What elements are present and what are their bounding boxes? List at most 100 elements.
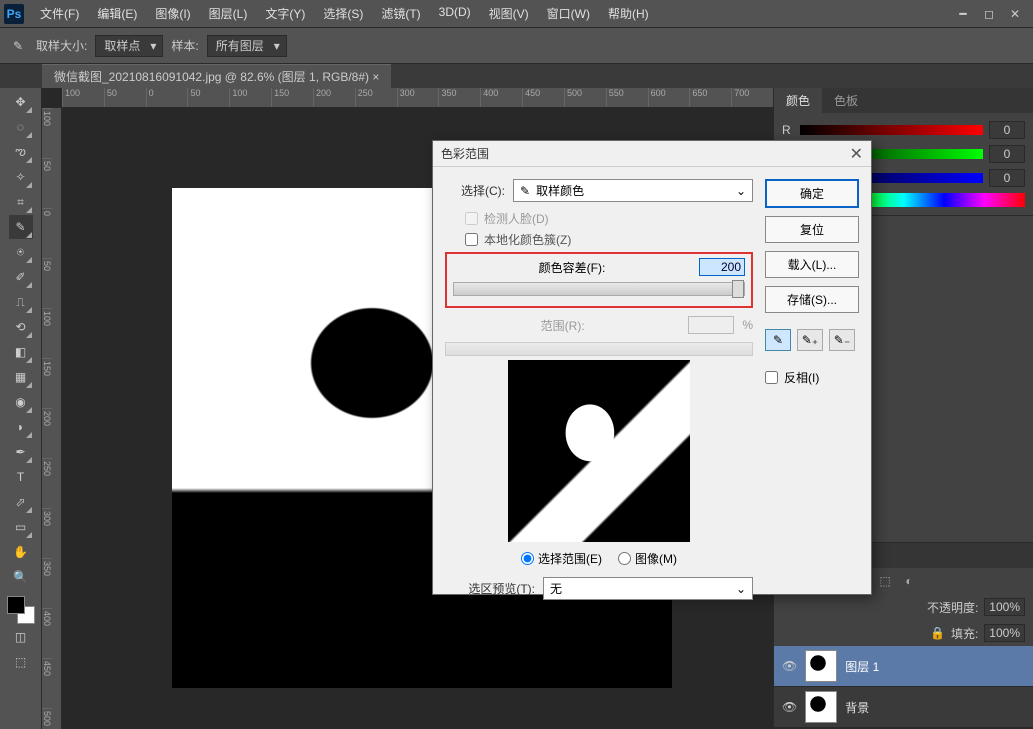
style-icon[interactable]: ◐: [900, 574, 918, 588]
menu-item[interactable]: 文字(Y): [257, 1, 313, 26]
dodge-tool[interactable]: ◗: [9, 415, 33, 439]
layer-thumbnail[interactable]: [805, 650, 837, 682]
layer-name: 背景: [845, 699, 869, 716]
load-button[interactable]: 载入(L)...: [765, 251, 859, 278]
layer-name: 图层 1: [845, 658, 879, 675]
localized-checkbox[interactable]: 本地化颜色簇(Z): [465, 231, 753, 248]
menu-item[interactable]: 滤镜(T): [373, 1, 428, 26]
r-slider[interactable]: [800, 125, 983, 135]
fg-color-swatch[interactable]: [7, 596, 25, 614]
history-brush-tool[interactable]: ⟲: [9, 315, 33, 339]
menu-item[interactable]: 文件(F): [32, 1, 87, 26]
magic-wand-tool[interactable]: ✧: [9, 165, 33, 189]
path-select-tool[interactable]: ⬀: [9, 490, 33, 514]
maximize-button[interactable]: ◻: [977, 4, 1001, 24]
menu-item[interactable]: 视图(V): [481, 1, 537, 26]
opacity-label: 不透明度:: [927, 599, 978, 616]
ruler-vertical: 10050050100150200250300350400450500: [42, 108, 62, 729]
sample-layer-dropdown[interactable]: 所有图层: [207, 35, 287, 57]
hand-tool[interactable]: ✋: [9, 540, 33, 564]
document-tab[interactable]: 微信截图_20210816091042.jpg @ 82.6% (图层 1, R…: [42, 64, 391, 88]
layer-thumbnail[interactable]: [805, 691, 837, 723]
eraser-tool[interactable]: ◧: [9, 340, 33, 364]
invert-checkbox[interactable]: 反相(I): [765, 369, 859, 386]
menu-item[interactable]: 图层(L): [201, 1, 256, 26]
blur-tool[interactable]: ◉: [9, 390, 33, 414]
preview-mode-dropdown[interactable]: 无: [543, 577, 753, 600]
menu-item[interactable]: 窗口(W): [539, 1, 598, 26]
slider-thumb[interactable]: [732, 280, 744, 298]
lasso-tool[interactable]: ఌ: [9, 140, 33, 164]
reset-button[interactable]: 复位: [765, 216, 859, 243]
fuzziness-label: 颜色容差(F):: [453, 259, 691, 276]
menu-item[interactable]: 3D(D): [431, 1, 479, 26]
swatches-tab[interactable]: 色板: [822, 88, 870, 113]
ruler-horizontal: 1005005010015020025030035040045050055060…: [62, 88, 773, 108]
radio-selection[interactable]: 选择范围(E): [521, 550, 602, 567]
preview-mode-label: 选区预览(T):: [445, 580, 535, 597]
g-value[interactable]: 0: [989, 145, 1025, 163]
sample-size-label: 取样大小:: [36, 37, 87, 54]
fuzziness-highlight-box: 颜色容差(F):: [445, 252, 753, 308]
quickmask-toggle[interactable]: ◫: [9, 625, 33, 649]
move-tool[interactable]: ✥: [9, 90, 33, 114]
fill-value[interactable]: 100%: [984, 624, 1025, 642]
range-label: 范围(R):: [445, 317, 680, 334]
layer-row[interactable]: 👁 背景: [774, 687, 1033, 728]
pen-tool[interactable]: ✒: [9, 440, 33, 464]
ok-button[interactable]: 确定: [765, 179, 859, 208]
shape-tool[interactable]: ▭: [9, 515, 33, 539]
close-window-button[interactable]: ✕: [1003, 4, 1027, 24]
stamp-tool[interactable]: ⎍: [9, 290, 33, 314]
visibility-eye-icon[interactable]: 👁: [782, 659, 797, 673]
eyedropper-tool-icon[interactable]: ✎: [8, 36, 28, 56]
sample-size-dropdown[interactable]: 取样点: [95, 35, 163, 57]
type-tool[interactable]: T: [9, 465, 33, 489]
dialog-titlebar[interactable]: 色彩范围 ✕: [433, 141, 871, 167]
fuzziness-input[interactable]: [699, 258, 745, 276]
layer-row[interactable]: 👁 图层 1: [774, 646, 1033, 687]
menu-item[interactable]: 图像(I): [147, 1, 198, 26]
fuzziness-slider[interactable]: [453, 282, 745, 296]
screenmode-toggle[interactable]: ⬚: [9, 650, 33, 674]
detect-faces-checkbox: 检测人脸(D): [465, 210, 753, 227]
zoom-tool[interactable]: 🔍: [9, 565, 33, 589]
style-icon[interactable]: ⬚: [876, 574, 894, 588]
save-button[interactable]: 存储(S)...: [765, 286, 859, 313]
eyedropper-add-icon[interactable]: ✎₊: [797, 329, 823, 351]
fill-label: 填充:: [951, 625, 978, 642]
minimize-button[interactable]: ━: [951, 4, 975, 24]
menu-item[interactable]: 选择(S): [315, 1, 371, 26]
options-bar: ✎ 取样大小: 取样点 样本: 所有图层: [0, 28, 1033, 64]
marquee-tool[interactable]: ◌: [9, 115, 33, 139]
window-controls: ━ ◻ ✕: [951, 4, 1033, 24]
sample-label: 样本:: [171, 37, 198, 54]
r-label: R: [782, 123, 794, 137]
opacity-value[interactable]: 100%: [984, 598, 1025, 616]
menu-item[interactable]: 帮助(H): [600, 1, 657, 26]
healing-tool[interactable]: ⍟: [9, 240, 33, 264]
radio-image[interactable]: 图像(M): [618, 550, 677, 567]
range-slider: [445, 342, 753, 356]
color-tab[interactable]: 颜色: [774, 88, 822, 113]
eyedropper-sample-icon[interactable]: ✎: [765, 329, 791, 351]
gradient-tool[interactable]: ▦: [9, 365, 33, 389]
color-swatches[interactable]: [7, 596, 35, 624]
dialog-title: 色彩范围: [441, 145, 489, 162]
select-dropdown[interactable]: ✎取样颜色: [513, 179, 753, 202]
select-label: 选择(C):: [445, 182, 505, 199]
crop-tool[interactable]: ⌗: [9, 190, 33, 214]
menu-item[interactable]: 编辑(E): [89, 1, 145, 26]
brush-tool[interactable]: ✐: [9, 265, 33, 289]
visibility-eye-icon[interactable]: 👁: [782, 700, 797, 714]
selection-preview[interactable]: [508, 360, 690, 542]
layer-list: 👁 图层 1 👁 背景: [774, 646, 1033, 728]
range-unit: %: [742, 318, 753, 332]
r-value[interactable]: 0: [989, 121, 1025, 139]
b-value[interactable]: 0: [989, 169, 1025, 187]
eyedropper-subtract-icon[interactable]: ✎₋: [829, 329, 855, 351]
dialog-close-button[interactable]: ✕: [850, 144, 863, 164]
eyedropper-tool[interactable]: ✎: [9, 215, 33, 239]
lock-icon[interactable]: 🔒: [930, 626, 945, 640]
document-tab-bar: 微信截图_20210816091042.jpg @ 82.6% (图层 1, R…: [0, 64, 1033, 88]
